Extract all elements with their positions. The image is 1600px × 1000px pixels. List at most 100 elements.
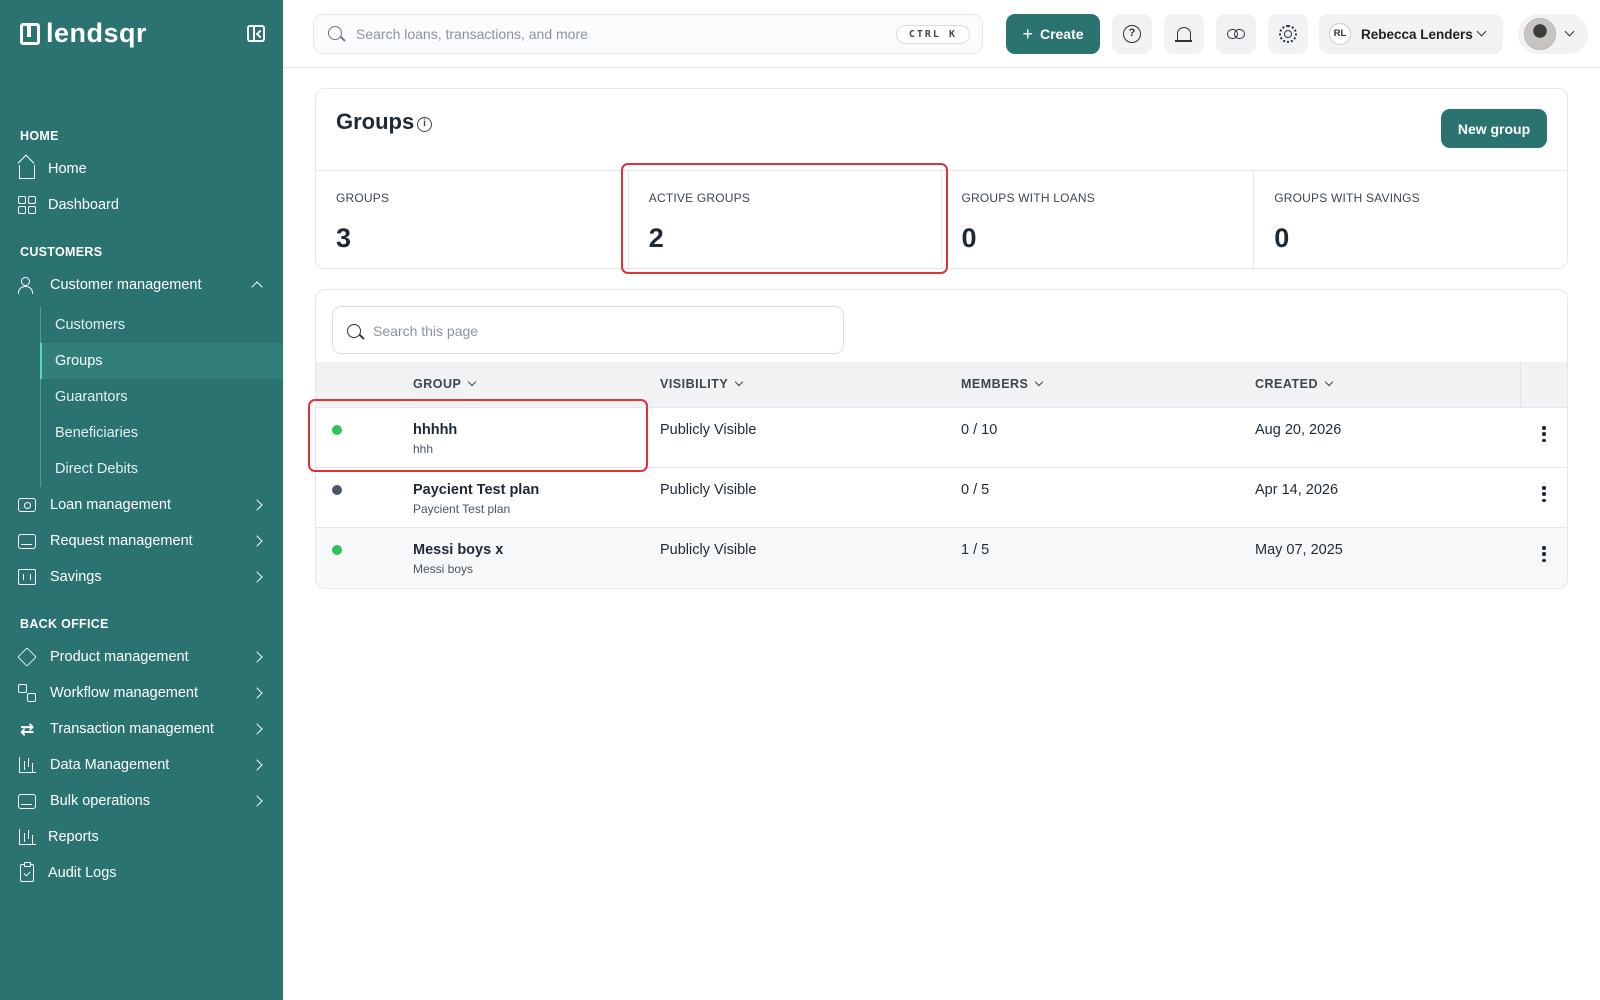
stat-value: 0 [961, 223, 977, 253]
column-header-label: VISIBILITY [660, 377, 729, 391]
groups-summary-card: Groups i New group GROUPS 3 ACTIVE GROUP… [315, 88, 1568, 270]
group-visibility: Publicly Visible [660, 482, 757, 498]
create-button[interactable]: + Create [1006, 14, 1100, 54]
column-header-created[interactable]: CREATED [1255, 377, 1334, 391]
column-header-label: CREATED [1255, 377, 1318, 391]
organization-switcher[interactable]: RL Rebecca Lenders [1319, 14, 1503, 54]
sidebar-subitem-direct-debits[interactable]: Direct Debits [40, 451, 283, 487]
info-icon[interactable]: i [417, 117, 432, 132]
sidebar-item-dashboard[interactable]: Dashboard [0, 187, 283, 223]
sidebar-subitem-customers[interactable]: Customers [40, 307, 283, 343]
chevron-down-icon [1035, 377, 1044, 387]
home-icon [17, 159, 37, 179]
section-back-office: BACK OFFICE [20, 617, 109, 631]
column-divider [1520, 362, 1521, 407]
chevron-right-icon [251, 499, 263, 511]
sidebar-item-label: Reports [48, 829, 99, 845]
sidebar-item-audit-logs[interactable]: Audit Logs [0, 855, 283, 891]
sidebar-item-home[interactable]: Home [0, 151, 283, 187]
plus-icon: + [1022, 24, 1033, 44]
row-actions-icon[interactable] [1542, 546, 1546, 562]
stat-label: GROUPS WITH LOANS [961, 191, 1095, 205]
sidebar-item-workflow-management[interactable]: Workflow management [0, 675, 283, 711]
sidebar-item-loan-management[interactable]: Loan management [0, 487, 283, 523]
sidebar-subitem-beneficiaries[interactable]: Beneficiaries [40, 415, 283, 451]
table-row[interactable]: hhhhh hhh Publicly Visible 0 / 10 Aug 20… [316, 407, 1567, 467]
chevron-down-icon [468, 377, 477, 387]
collapse-sidebar-icon[interactable] [247, 25, 265, 42]
search-icon [347, 324, 361, 338]
sidebar-item-product-management[interactable]: Product management [0, 639, 283, 675]
group-name[interactable]: Messi boys x [413, 542, 503, 558]
column-header-members[interactable]: MEMBERS [961, 377, 1044, 391]
sidebar-subitem-label: Customers [55, 317, 126, 333]
bar-chart-icon [17, 827, 37, 847]
page-search-input[interactable] [373, 320, 813, 342]
section-home: HOME [20, 129, 59, 143]
link-button[interactable] [1216, 14, 1256, 54]
section-customers: CUSTOMERS [20, 245, 103, 259]
sidebar-item-label: Bulk operations [50, 793, 150, 809]
page-title: Groups [336, 109, 415, 134]
row-actions-icon[interactable] [1542, 486, 1546, 502]
sidebar-item-label: Product management [50, 649, 189, 665]
sidebar-item-label: Dashboard [48, 197, 119, 213]
group-description: hhh [413, 442, 434, 456]
group-name[interactable]: Paycient Test plan [413, 482, 539, 498]
user-initials-badge: RL [1329, 23, 1351, 45]
group-description: Messi boys [413, 562, 474, 576]
sidebar-item-customer-management[interactable]: Customer management [0, 267, 283, 303]
column-header-group[interactable]: GROUP [413, 377, 477, 391]
column-header-label: MEMBERS [961, 377, 1029, 391]
profile-menu[interactable] [1518, 14, 1588, 54]
sidebar-item-reports[interactable]: Reports [0, 819, 283, 855]
chevron-down-icon [1564, 26, 1575, 37]
page-search[interactable] [332, 306, 844, 354]
sidebar-item-bulk-operations[interactable]: Bulk operations [0, 783, 283, 819]
sidebar-subitem-groups[interactable]: Groups [40, 343, 283, 379]
group-name[interactable]: hhhhh [413, 422, 457, 438]
sidebar-item-label: Transaction management [50, 721, 214, 737]
sidebar-subitem-guarantors[interactable]: Guarantors [40, 379, 283, 415]
bar-chart-icon [17, 755, 37, 775]
help-icon: ? [1123, 25, 1141, 43]
cube-icon [17, 647, 37, 667]
group-members: 0 / 5 [961, 482, 990, 498]
workflow-icon [17, 683, 37, 703]
chevron-right-icon [251, 723, 263, 735]
sidebar-item-label: Loan management [50, 497, 171, 513]
sidebar-item-label: Data Management [50, 757, 170, 773]
stat-groups-with-loans: GROUPS WITH LOANS 0 [942, 171, 1255, 270]
stat-label: GROUPS [336, 191, 390, 205]
table-row[interactable]: Paycient Test plan Paycient Test plan Pu… [316, 467, 1567, 527]
sidebar-item-savings[interactable]: Savings [0, 559, 283, 595]
sidebar-item-request-management[interactable]: Request management [0, 523, 283, 559]
global-search[interactable]: CTRL K [313, 14, 983, 54]
users-icon [17, 275, 37, 295]
gear-icon [1279, 25, 1297, 43]
sidebar-item-label: Savings [50, 569, 102, 585]
help-button[interactable]: ? [1112, 14, 1152, 54]
stat-groups-with-savings: GROUPS WITH SAVINGS 0 [1254, 171, 1567, 270]
column-header-label: GROUP [413, 377, 462, 391]
notifications-button[interactable] [1164, 14, 1204, 54]
groups-table-card: GROUP VISIBILITY MEMBERS CREATED hhhhh h… [315, 289, 1568, 589]
settings-button[interactable] [1268, 14, 1308, 54]
chevron-right-icon [251, 651, 263, 663]
inbox-icon [17, 531, 37, 551]
sidebar-item-transaction-management[interactable]: ⇄ Transaction management [0, 711, 283, 747]
stat-active-groups: ACTIVE GROUPS 2 [629, 171, 942, 270]
topbar: CTRL K + Create ? RL Rebecca Lenders [283, 0, 1600, 68]
lendsqr-logo[interactable]: lendsqr [20, 18, 147, 49]
table-row[interactable]: Messi boys x Messi boys Publicly Visible… [316, 527, 1567, 587]
group-visibility: Publicly Visible [660, 422, 757, 438]
new-group-button[interactable]: New group [1441, 109, 1547, 148]
column-header-visibility[interactable]: VISIBILITY [660, 377, 744, 391]
sidebar-item-data-management[interactable]: Data Management [0, 747, 283, 783]
global-search-input[interactable] [356, 23, 856, 45]
stat-label: ACTIVE GROUPS [648, 191, 751, 205]
logo-mark-icon [20, 22, 40, 45]
sidebar-item-label: Audit Logs [48, 865, 117, 881]
sidebar-subitem-label: Beneficiaries [55, 425, 139, 441]
row-actions-icon[interactable] [1542, 426, 1546, 442]
